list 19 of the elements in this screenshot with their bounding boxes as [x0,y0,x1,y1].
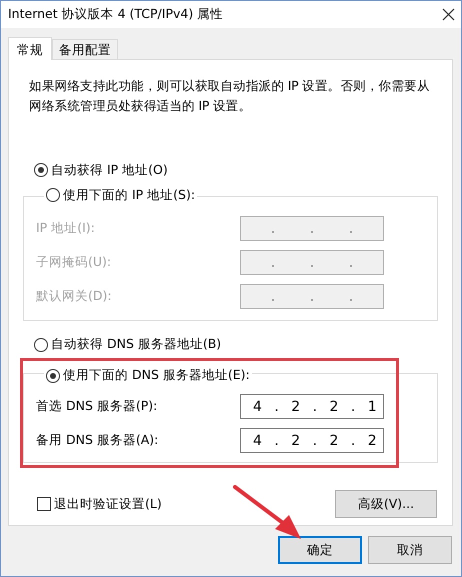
ip-address-field[interactable]: 4 . 2 . 2 . 2 [240,428,384,453]
cancel-button[interactable]: 取消 [368,536,452,564]
field-label: 备用 DNS 服务器(A): [36,432,158,449]
tab[interactable]: 备用配置 [52,39,118,59]
tab[interactable]: 常规 [8,37,52,60]
description-text: 如果网络支持此功能，则可以获取自动指派的 IP 设置。否则，你需要从网络系统管理员处获得适当的 IP 设置。 [29,77,431,115]
radio-label[interactable]: 自动获得 IP 地址(O) [51,162,168,178]
advanced-button[interactable]: 高级(V)... [335,490,437,518]
radio-label[interactable]: 自动获得 DNS 服务器地址(B) [51,336,222,353]
field-label: 首选 DNS 服务器(P): [36,398,158,415]
radio-label[interactable]: 使用下面的 DNS 服务器地址(E): [63,367,250,384]
field-label: IP 地址(I): [36,220,95,237]
radio-label[interactable]: 使用下面的 IP 地址(S): [63,186,196,204]
field-label: 子网掩码(U): [36,254,112,271]
field-label: 默认网关(D): [36,288,112,305]
window-title: Internet 协议版本 4 (TCP/IPv4) 属性 [8,6,224,23]
ok-button[interactable]: 确定 [278,536,362,564]
ip-address-field[interactable]: 4 . 2 . 2 . 1 [240,394,384,419]
checkbox-label[interactable]: 退出时验证设置(L) [54,496,162,512]
